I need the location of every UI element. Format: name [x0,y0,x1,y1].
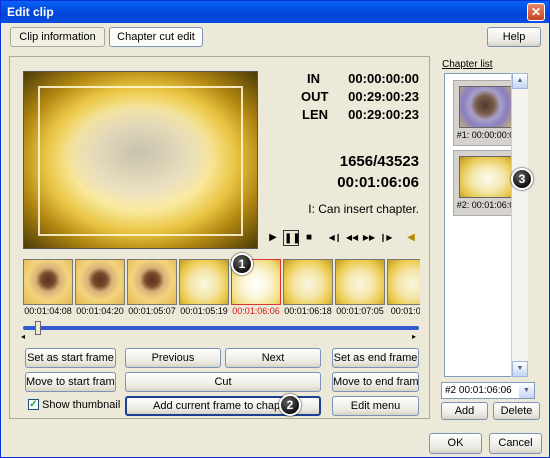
thumbnail-3[interactable] [127,259,177,305]
chevron-down-icon[interactable]: ▼ [519,383,534,398]
in-label: IN [307,71,320,86]
help-button[interactable]: Help [487,27,541,47]
chapter-list-scrollbar[interactable]: ▲ ▼ [511,73,528,377]
move-start-frame-button[interactable]: Move to start frame [25,372,116,392]
tab-clip-information[interactable]: Clip information [10,27,105,47]
pause-button[interactable]: ❚❚ [283,230,301,246]
thumbnail-strip: 00:01:04:08 00:01:04:20 00:01:05:07 00:0… [21,255,420,321]
status-text: I: Can insert chapter. [308,202,419,216]
cancel-button[interactable]: Cancel [489,433,542,454]
thumbnail-time-1: 00:01:04:08 [24,306,72,316]
add-chapter-button[interactable]: Add [441,402,488,420]
ok-button[interactable]: OK [429,433,482,454]
step-back-icon: ◀❙ [328,233,342,242]
previous-button[interactable]: Previous [125,348,221,368]
play-icon: ▶ [269,232,277,243]
thumbnail-time-8: 00:01:07:1 [390,306,420,316]
next-frame-button[interactable]: ❙▶ [378,230,394,246]
scroll-down-arrow[interactable]: ▼ [512,361,528,377]
step-forward-icon: ❙▶ [379,233,393,242]
thumbnail-2[interactable] [75,259,125,305]
close-button[interactable]: ✕ [527,3,545,21]
volume-button[interactable]: ◀ [403,230,419,246]
thumbnail-time-7: 00:01:07:05 [336,306,384,316]
thumbnail-time-6: 00:01:06:18 [284,306,332,316]
edit-clip-window: Edit clip ✕ Clip information Chapter cut… [0,0,550,458]
preview-frame-border [38,86,243,236]
tab-chapter-cut-edit[interactable]: Chapter cut edit [109,27,203,47]
speaker-icon: ◀ [407,232,415,243]
chapter-select[interactable]: #2 00:01:06:06 ▼ [441,382,535,399]
callout-marker-2: 2 [279,394,301,416]
play-button[interactable]: ▶ [265,230,281,246]
chapter-thumbnail-1 [459,86,517,128]
window-title: Edit clip [7,5,54,19]
in-value: 00:00:00:00 [348,71,419,86]
thumbnail-7[interactable] [335,259,385,305]
thumbnail-4[interactable] [179,259,229,305]
rewind-icon: ◀◀ [345,233,359,242]
thumbnail-time-5: 00:01:06:06 [232,306,280,316]
delete-chapter-button[interactable]: Delete [493,402,540,420]
edit-menu-button[interactable]: Edit menu [332,396,419,416]
fast-forward-icon: ▶▶ [362,233,376,242]
stop-button[interactable]: ■ [301,230,317,246]
out-label: OUT [301,89,329,104]
frame-counter: 1656/43523 [339,153,419,170]
timeline-track[interactable] [23,326,419,330]
thumbnail-time-4: 00:01:05:19 [180,306,228,316]
thumbnail-time-3: 00:01:05:07 [128,306,176,316]
callout-marker-3: 3 [511,168,533,190]
callout-marker-1: 1 [231,253,253,275]
show-thumbnail-checkbox[interactable]: ✓ [28,399,39,410]
scroll-right-arrow[interactable]: ▸ [412,332,416,341]
len-value: 00:29:00:23 [348,107,419,122]
scroll-up-arrow[interactable]: ▲ [512,73,528,89]
chapter-list-label: Chapter list [442,59,493,70]
thumbnail-time-2: 00:01:04:20 [76,306,124,316]
timeline-slider-thumb[interactable] [35,321,41,335]
chapter-select-value: #2 00:01:06:06 [445,385,512,396]
pause-icon: ❚❚ [284,233,301,244]
set-end-frame-button[interactable]: Set as end frame [332,348,419,368]
len-label: LEN [302,107,328,122]
rewind-button[interactable]: ◀◀ [344,230,360,246]
title-bar[interactable]: Edit clip ✕ [1,1,549,23]
current-time: 00:01:06:06 [337,174,419,191]
next-button[interactable]: Next [225,348,321,368]
prev-frame-button[interactable]: ◀❙ [327,230,343,246]
thumbnail-6[interactable] [283,259,333,305]
chapter-thumbnail-2 [459,156,517,198]
thumbnail-1[interactable] [23,259,73,305]
thumbnail-8[interactable] [387,259,420,305]
out-value: 00:29:00:23 [348,89,419,104]
scroll-left-arrow[interactable]: ◂ [21,332,25,341]
move-end-frame-button[interactable]: Move to end frame [332,372,419,392]
video-preview [23,71,258,249]
forward-button[interactable]: ▶▶ [361,230,377,246]
set-start-frame-button[interactable]: Set as start frame [25,348,116,368]
cut-button[interactable]: Cut [125,372,321,392]
show-thumbnail-label: Show thumbnail [42,399,121,411]
stop-icon: ■ [305,232,313,243]
